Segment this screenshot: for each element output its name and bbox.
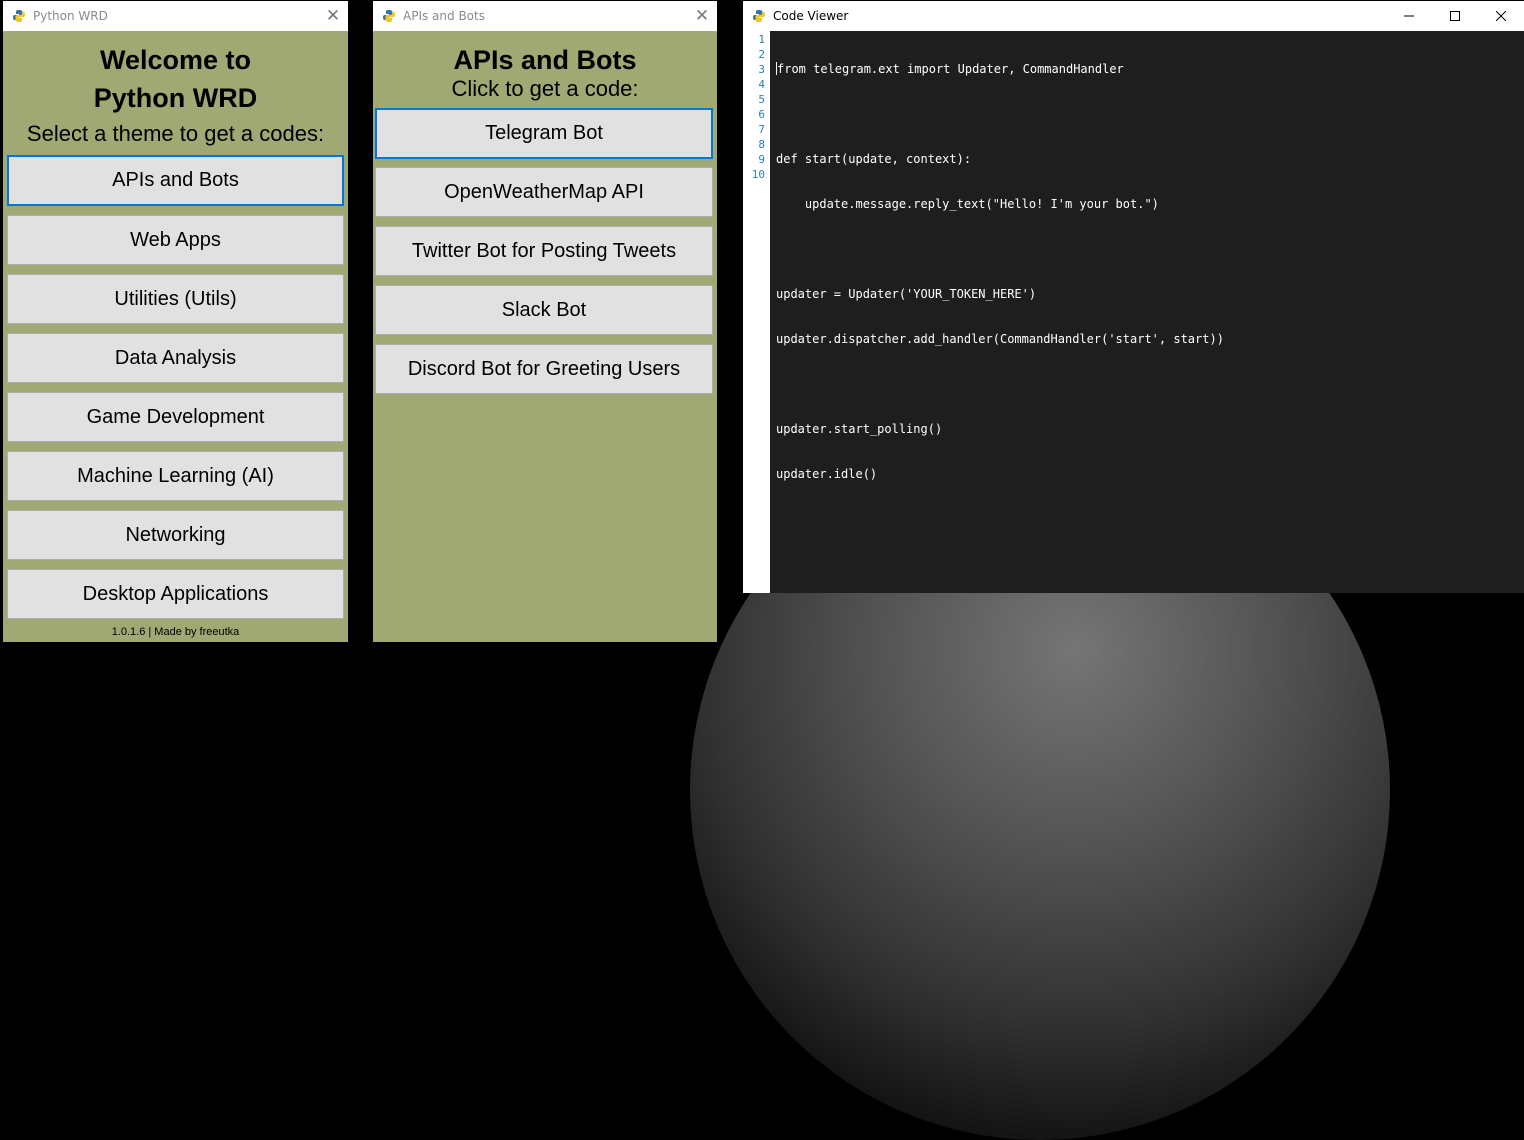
close-button[interactable] <box>1478 1 1524 31</box>
theme-button-game-development[interactable]: Game Development <box>7 392 344 442</box>
minimize-button[interactable] <box>1386 1 1432 31</box>
maximize-icon <box>1450 11 1460 21</box>
main-panel: Welcome to Python WRD Select a theme to … <box>3 31 348 642</box>
code-line: def start(update, context): <box>776 152 972 166</box>
code-line: updater = Updater('YOUR_TOKEN_HERE') <box>776 287 1037 301</box>
theme-button-apis-and-bots[interactable]: APIs and Bots <box>7 155 344 206</box>
code-viewer-window: Code Viewer 1 2 3 4 5 6 7 8 9 10 from te… <box>743 1 1524 593</box>
theme-button-desktop-applications[interactable]: Desktop Applications <box>7 569 344 619</box>
python-icon <box>752 9 766 23</box>
line-number: 3 <box>758 63 765 76</box>
window-title: APIs and Bots <box>403 9 485 23</box>
code-button-slack-bot[interactable]: Slack Bot <box>375 285 713 335</box>
title-bar[interactable]: APIs and Bots ✕ <box>373 1 717 31</box>
line-number: 6 <box>758 108 765 121</box>
subtitle: Select a theme to get a codes: <box>26 121 325 146</box>
heading-line-1: Welcome to <box>99 45 252 75</box>
heading-line-2: Python WRD <box>93 83 258 113</box>
theme-button-data-analysis[interactable]: Data Analysis <box>7 333 344 383</box>
close-button[interactable]: ✕ <box>318 1 348 31</box>
maximize-button[interactable] <box>1432 1 1478 31</box>
line-number: 8 <box>758 138 765 151</box>
close-button[interactable]: ✕ <box>687 1 717 31</box>
code-line-text: from telegram.ext import Updater, Comman… <box>777 62 1124 76</box>
window-title: Code Viewer <box>773 9 849 23</box>
code-editor[interactable]: 1 2 3 4 5 6 7 8 9 10 from telegram.ext i… <box>743 31 1524 593</box>
code-line: updater.dispatcher.add_handler(CommandHa… <box>776 332 1224 346</box>
line-number-gutter: 1 2 3 4 5 6 7 8 9 10 <box>743 31 770 593</box>
python-icon <box>12 9 26 23</box>
close-icon: ✕ <box>325 6 341 26</box>
code-button-discord-bot[interactable]: Discord Bot for Greeting Users <box>375 344 713 394</box>
code-text-area[interactable]: from telegram.ext import Updater, Comman… <box>776 31 1524 593</box>
code-button-twitter-bot[interactable]: Twitter Bot for Posting Tweets <box>375 226 713 276</box>
title-bar[interactable]: Code Viewer <box>743 1 1524 31</box>
apis-and-bots-window: APIs and Bots ✕ APIs and Bots Click to g… <box>373 1 717 642</box>
code-button-openweathermap-api[interactable]: OpenWeatherMap API <box>375 167 713 217</box>
line-number: 2 <box>758 48 765 61</box>
theme-button-web-apps[interactable]: Web Apps <box>7 215 344 265</box>
subtitle: Click to get a code: <box>451 76 639 101</box>
line-number: 1 <box>758 33 765 46</box>
apis-panel: APIs and Bots Click to get a code: Teleg… <box>373 31 717 642</box>
line-number: 7 <box>758 123 765 136</box>
line-number: 4 <box>758 78 765 91</box>
python-icon <box>382 9 396 23</box>
title-bar[interactable]: Python WRD ✕ <box>3 1 348 31</box>
code-line: updater.idle() <box>776 467 878 481</box>
line-number: 5 <box>758 93 765 106</box>
close-icon <box>1496 11 1506 21</box>
code-line: update.message.reply_text("Hello! I'm yo… <box>776 197 1159 211</box>
code-line: updater.start_polling() <box>776 422 943 436</box>
theme-button-networking[interactable]: Networking <box>7 510 344 560</box>
line-number: 9 <box>758 153 765 166</box>
code-button-telegram-bot[interactable]: Telegram Bot <box>375 108 713 159</box>
theme-button-machine-learning[interactable]: Machine Learning (AI) <box>7 451 344 501</box>
apis-heading: APIs and Bots <box>453 45 637 75</box>
theme-button-utilities[interactable]: Utilities (Utils) <box>7 274 344 324</box>
version-footer: 1.0.1.6 | Made by freeutka <box>111 626 240 638</box>
minimize-icon <box>1404 15 1414 17</box>
python-wrd-window: Python WRD ✕ Welcome to Python WRD Selec… <box>3 1 348 642</box>
close-icon: ✕ <box>694 6 710 26</box>
window-title: Python WRD <box>33 9 108 23</box>
welcome-heading: Welcome to Python WRD <box>3 41 348 117</box>
line-number: 10 <box>751 168 765 181</box>
code-line: from telegram.ext import Updater, Comman… <box>776 62 1524 77</box>
